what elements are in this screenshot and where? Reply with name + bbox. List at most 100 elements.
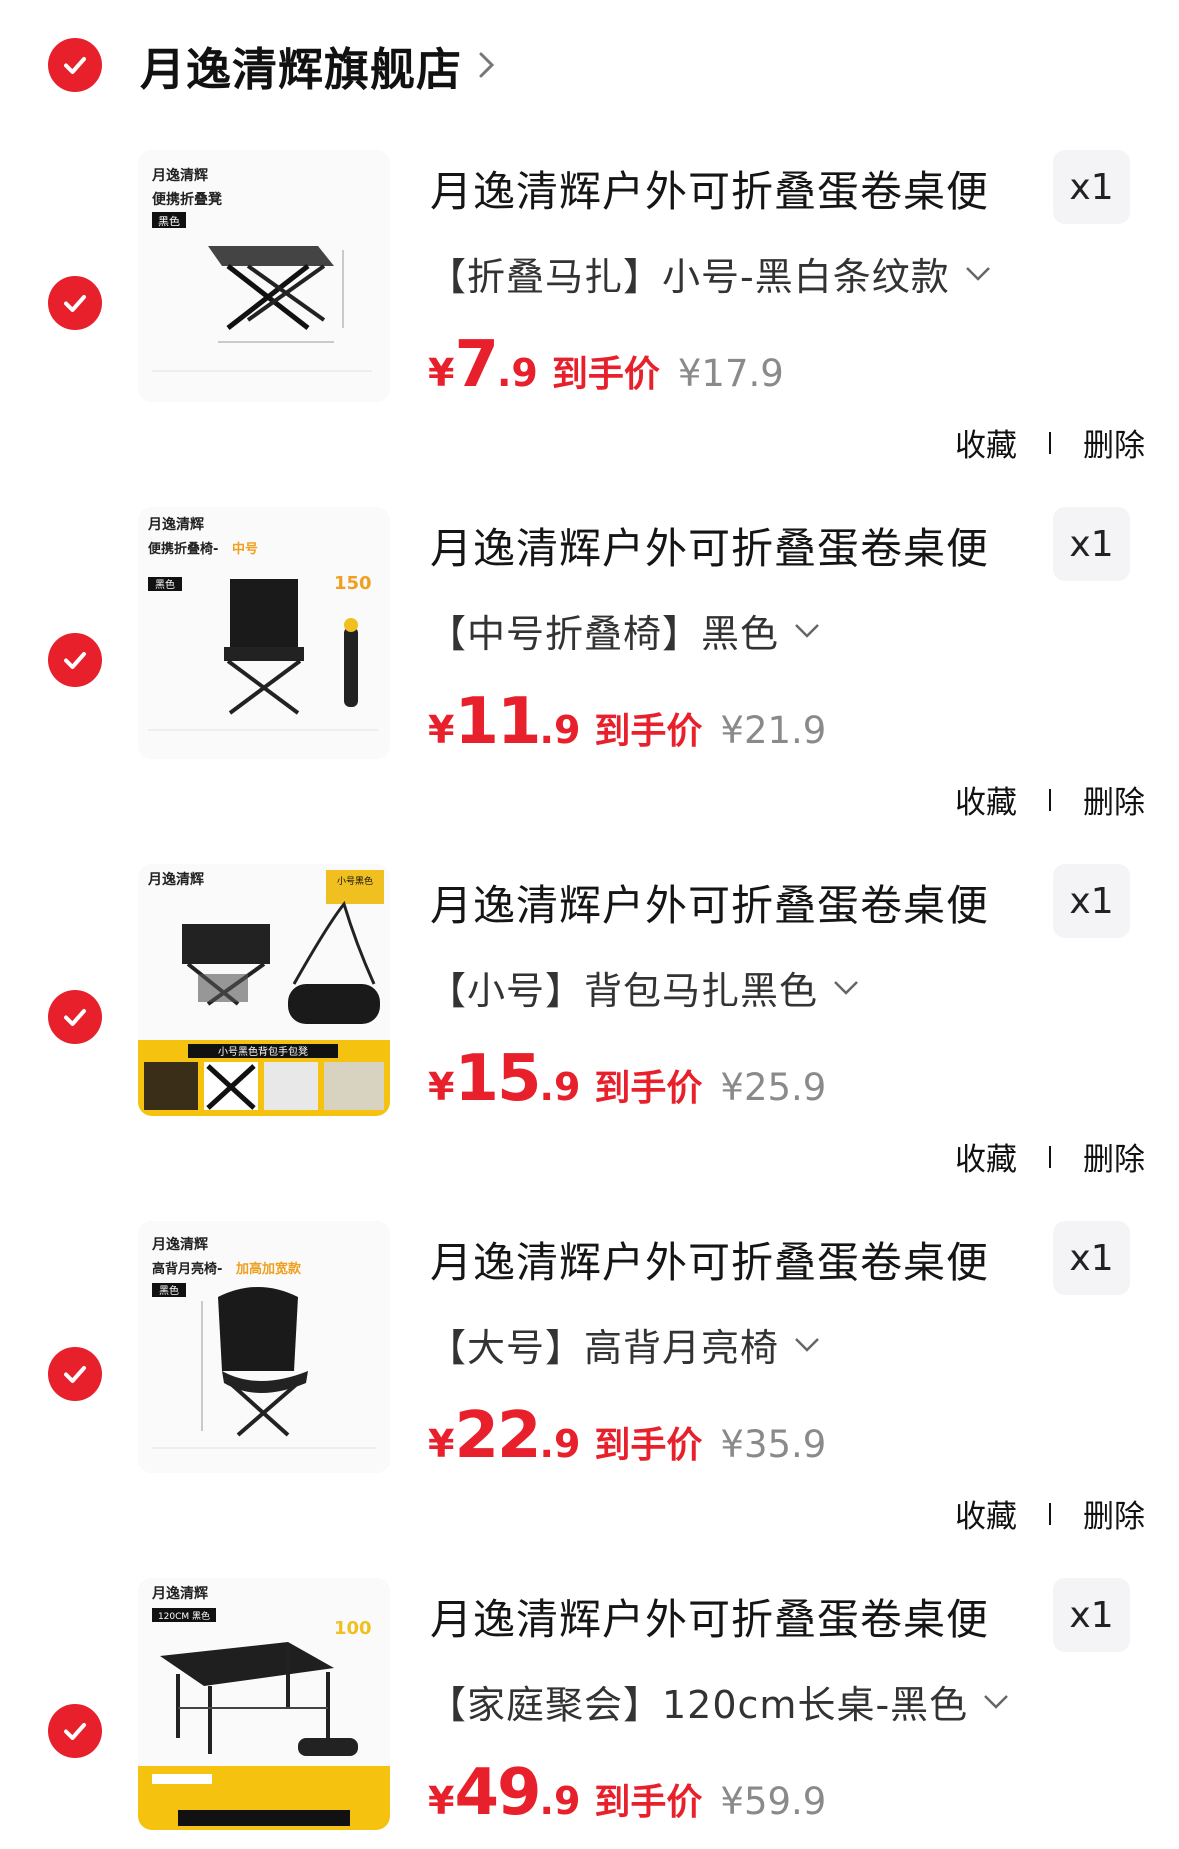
original-price: ¥17.9 xyxy=(677,352,784,395)
thumb-side: 100 xyxy=(334,1618,372,1639)
check-icon[interactable] xyxy=(48,1347,102,1401)
moon-chair-illustration: 月逸清辉 高背月亮椅- 加高加宽款 黑色 xyxy=(138,1221,390,1473)
check-icon[interactable] xyxy=(48,633,102,687)
quantity-button[interactable]: x1 xyxy=(1053,150,1130,224)
chevron-down-icon xyxy=(834,980,858,995)
favorite-button[interactable]: 收藏 xyxy=(955,1491,1017,1536)
thumb-line2: 加高加宽款 xyxy=(235,1261,302,1277)
spec-selector[interactable]: 【折叠马扎】小号-黑白条纹款 xyxy=(428,246,992,301)
thumb-brand: 月逸清辉 xyxy=(151,1236,208,1253)
spec-label: 【家庭聚会】120cm长桌-黑色 xyxy=(428,1683,969,1727)
quantity-button[interactable]: x1 xyxy=(1053,864,1130,938)
thumb-color-tag: 黑色 xyxy=(159,1284,179,1297)
check-icon[interactable] xyxy=(48,276,102,330)
chevron-down-icon xyxy=(795,1337,819,1352)
price-decimal: .9 xyxy=(539,1065,581,1109)
price-decimal: .9 xyxy=(539,1779,581,1823)
chevron-down-icon xyxy=(795,623,819,638)
thumb-brand: 月逸清辉 xyxy=(151,167,208,184)
cart-item: 月逸清辉 便携折叠凳 黑色 月逸清辉户外可折叠蛋卷桌便 x1 【折叠马扎】小号-… xyxy=(0,150,1179,507)
price-integer: 11 xyxy=(454,685,541,759)
thumb-color-tag: 小号黑色 xyxy=(337,875,373,887)
product-image[interactable]: 月逸清辉 高背月亮椅- 加高加宽款 黑色 xyxy=(138,1221,390,1473)
delete-button[interactable]: 删除 xyxy=(1083,1491,1145,1536)
thumb-brand: 月逸清辉 xyxy=(147,516,204,533)
price-integer: 49 xyxy=(454,1756,541,1830)
stool-illustration: 月逸清辉 便携折叠凳 黑色 xyxy=(138,150,390,402)
quantity-button[interactable]: x1 xyxy=(1053,1578,1130,1652)
thumb-line1: 高背月亮椅- xyxy=(152,1261,222,1277)
product-title[interactable]: 月逸清辉户外可折叠蛋卷桌便 xyxy=(430,158,1020,219)
shop-name[interactable]: 月逸清辉旗舰店 xyxy=(140,33,462,98)
thumb-side: 150 xyxy=(334,573,372,594)
price-integer: 22 xyxy=(454,1399,541,1473)
cart-item: 月逸清辉 小号黑色 小号黑色背包手包凳 月逸清辉户外可折叠蛋卷桌便 x1 【小号… xyxy=(0,864,1179,1221)
chevron-right-icon[interactable] xyxy=(476,48,498,82)
delete-button[interactable]: 删除 xyxy=(1083,420,1145,465)
chair-illustration: 月逸清辉 便携折叠椅- 中号 黑色 150 xyxy=(138,507,390,759)
product-image[interactable]: 月逸清辉 便携折叠椅- 中号 黑色 150 xyxy=(138,507,390,759)
divider xyxy=(1049,1145,1051,1168)
divider xyxy=(1049,788,1051,811)
spec-selector[interactable]: 【小号】背包马扎黑色 xyxy=(428,960,860,1015)
item-actions: 收藏 删除 xyxy=(955,1491,1145,1536)
thumb-line1: 便携折叠凳 xyxy=(152,191,223,208)
item-actions: 收藏 删除 xyxy=(955,1134,1145,1179)
price-tag: 到手价 xyxy=(551,354,660,395)
product-image[interactable]: 月逸清辉 120CM 黑色 100 xyxy=(138,1578,390,1830)
price-row: ¥ 22 .9 到手价 ¥35.9 xyxy=(428,1399,826,1473)
spec-label: 【大号】高背月亮椅 xyxy=(428,1326,780,1370)
product-image[interactable]: 月逸清辉 小号黑色 小号黑色背包手包凳 xyxy=(138,864,390,1116)
favorite-button[interactable]: 收藏 xyxy=(955,420,1017,465)
cart-item: 月逸清辉 120CM 黑色 100 月逸清辉户外可折叠蛋卷桌便 x1 【家庭聚会… xyxy=(0,1578,1179,1849)
divider xyxy=(1049,431,1051,454)
thumb-side: 小号黑色背包手包凳 xyxy=(218,1045,308,1058)
spec-selector[interactable]: 【家庭聚会】120cm长桌-黑色 xyxy=(428,1674,1010,1729)
product-title[interactable]: 月逸清辉户外可折叠蛋卷桌便 xyxy=(430,872,1020,933)
price-row: ¥ 7 .9 到手价 ¥17.9 xyxy=(428,328,784,402)
delete-button[interactable]: 删除 xyxy=(1083,1134,1145,1179)
spec-label: 【中号折叠椅】黑色 xyxy=(428,612,780,656)
shop-header[interactable]: 月逸清辉旗舰店 xyxy=(48,28,498,102)
item-actions: 收藏 删除 xyxy=(955,777,1145,822)
price-tag: 到手价 xyxy=(594,1068,703,1109)
original-price: ¥59.9 xyxy=(720,1780,827,1823)
product-title[interactable]: 月逸清辉户外可折叠蛋卷桌便 xyxy=(430,1586,1020,1647)
check-icon[interactable] xyxy=(48,990,102,1044)
thumb-brand: 月逸清辉 xyxy=(147,871,204,888)
spec-label: 【折叠马扎】小号-黑白条纹款 xyxy=(428,255,950,299)
check-icon[interactable] xyxy=(48,38,102,92)
cart-item: 月逸清辉 便携折叠椅- 中号 黑色 150 月逸清辉户外可折叠蛋卷桌便 x1 【… xyxy=(0,507,1179,864)
price-row: ¥ 15 .9 到手价 ¥25.9 xyxy=(428,1042,826,1116)
price-currency: ¥ xyxy=(428,351,455,395)
price-currency: ¥ xyxy=(428,1065,455,1109)
chevron-down-icon xyxy=(965,266,990,281)
price-row: ¥ 11 .9 到手价 ¥21.9 xyxy=(428,685,826,759)
thumb-color-tag: 黑色 xyxy=(155,578,175,591)
spec-selector[interactable]: 【中号折叠椅】黑色 xyxy=(428,603,821,658)
price-row: ¥ 49 .9 到手价 ¥59.9 xyxy=(428,1756,826,1830)
price-integer: 7 xyxy=(454,328,499,402)
spec-label: 【小号】背包马扎黑色 xyxy=(428,969,819,1013)
favorite-button[interactable]: 收藏 xyxy=(955,777,1017,822)
price-decimal: .9 xyxy=(496,351,538,395)
delete-button[interactable]: 删除 xyxy=(1083,777,1145,822)
price-currency: ¥ xyxy=(428,1779,455,1823)
original-price: ¥35.9 xyxy=(720,1423,827,1466)
spec-selector[interactable]: 【大号】高背月亮椅 xyxy=(428,1317,821,1372)
thumb-color-tag: 黑色 xyxy=(158,214,180,228)
price-currency: ¥ xyxy=(428,1422,455,1466)
product-title[interactable]: 月逸清辉户外可折叠蛋卷桌便 xyxy=(430,1229,1020,1290)
product-title[interactable]: 月逸清辉户外可折叠蛋卷桌便 xyxy=(430,515,1020,576)
quantity-button[interactable]: x1 xyxy=(1053,1221,1130,1295)
check-icon[interactable] xyxy=(48,1704,102,1758)
thumb-color-tag: 120CM 黑色 xyxy=(158,1610,210,1622)
favorite-button[interactable]: 收藏 xyxy=(955,1134,1017,1179)
cart-page: 月逸清辉旗舰店 月逸清辉 便携折叠凳 黑色 月逸清辉户外可折叠蛋卷桌便 x1 【… xyxy=(0,0,1179,1849)
backpack-stool-illustration: 月逸清辉 小号黑色 小号黑色背包手包凳 xyxy=(138,864,390,1116)
item-actions: 收藏 删除 xyxy=(955,420,1145,465)
cart-item: 月逸清辉 高背月亮椅- 加高加宽款 黑色 月逸清辉户外可折叠蛋卷桌便 x1 【大… xyxy=(0,1221,1179,1578)
price-currency: ¥ xyxy=(428,708,455,752)
product-image[interactable]: 月逸清辉 便携折叠凳 黑色 xyxy=(138,150,390,402)
quantity-button[interactable]: x1 xyxy=(1053,507,1130,581)
